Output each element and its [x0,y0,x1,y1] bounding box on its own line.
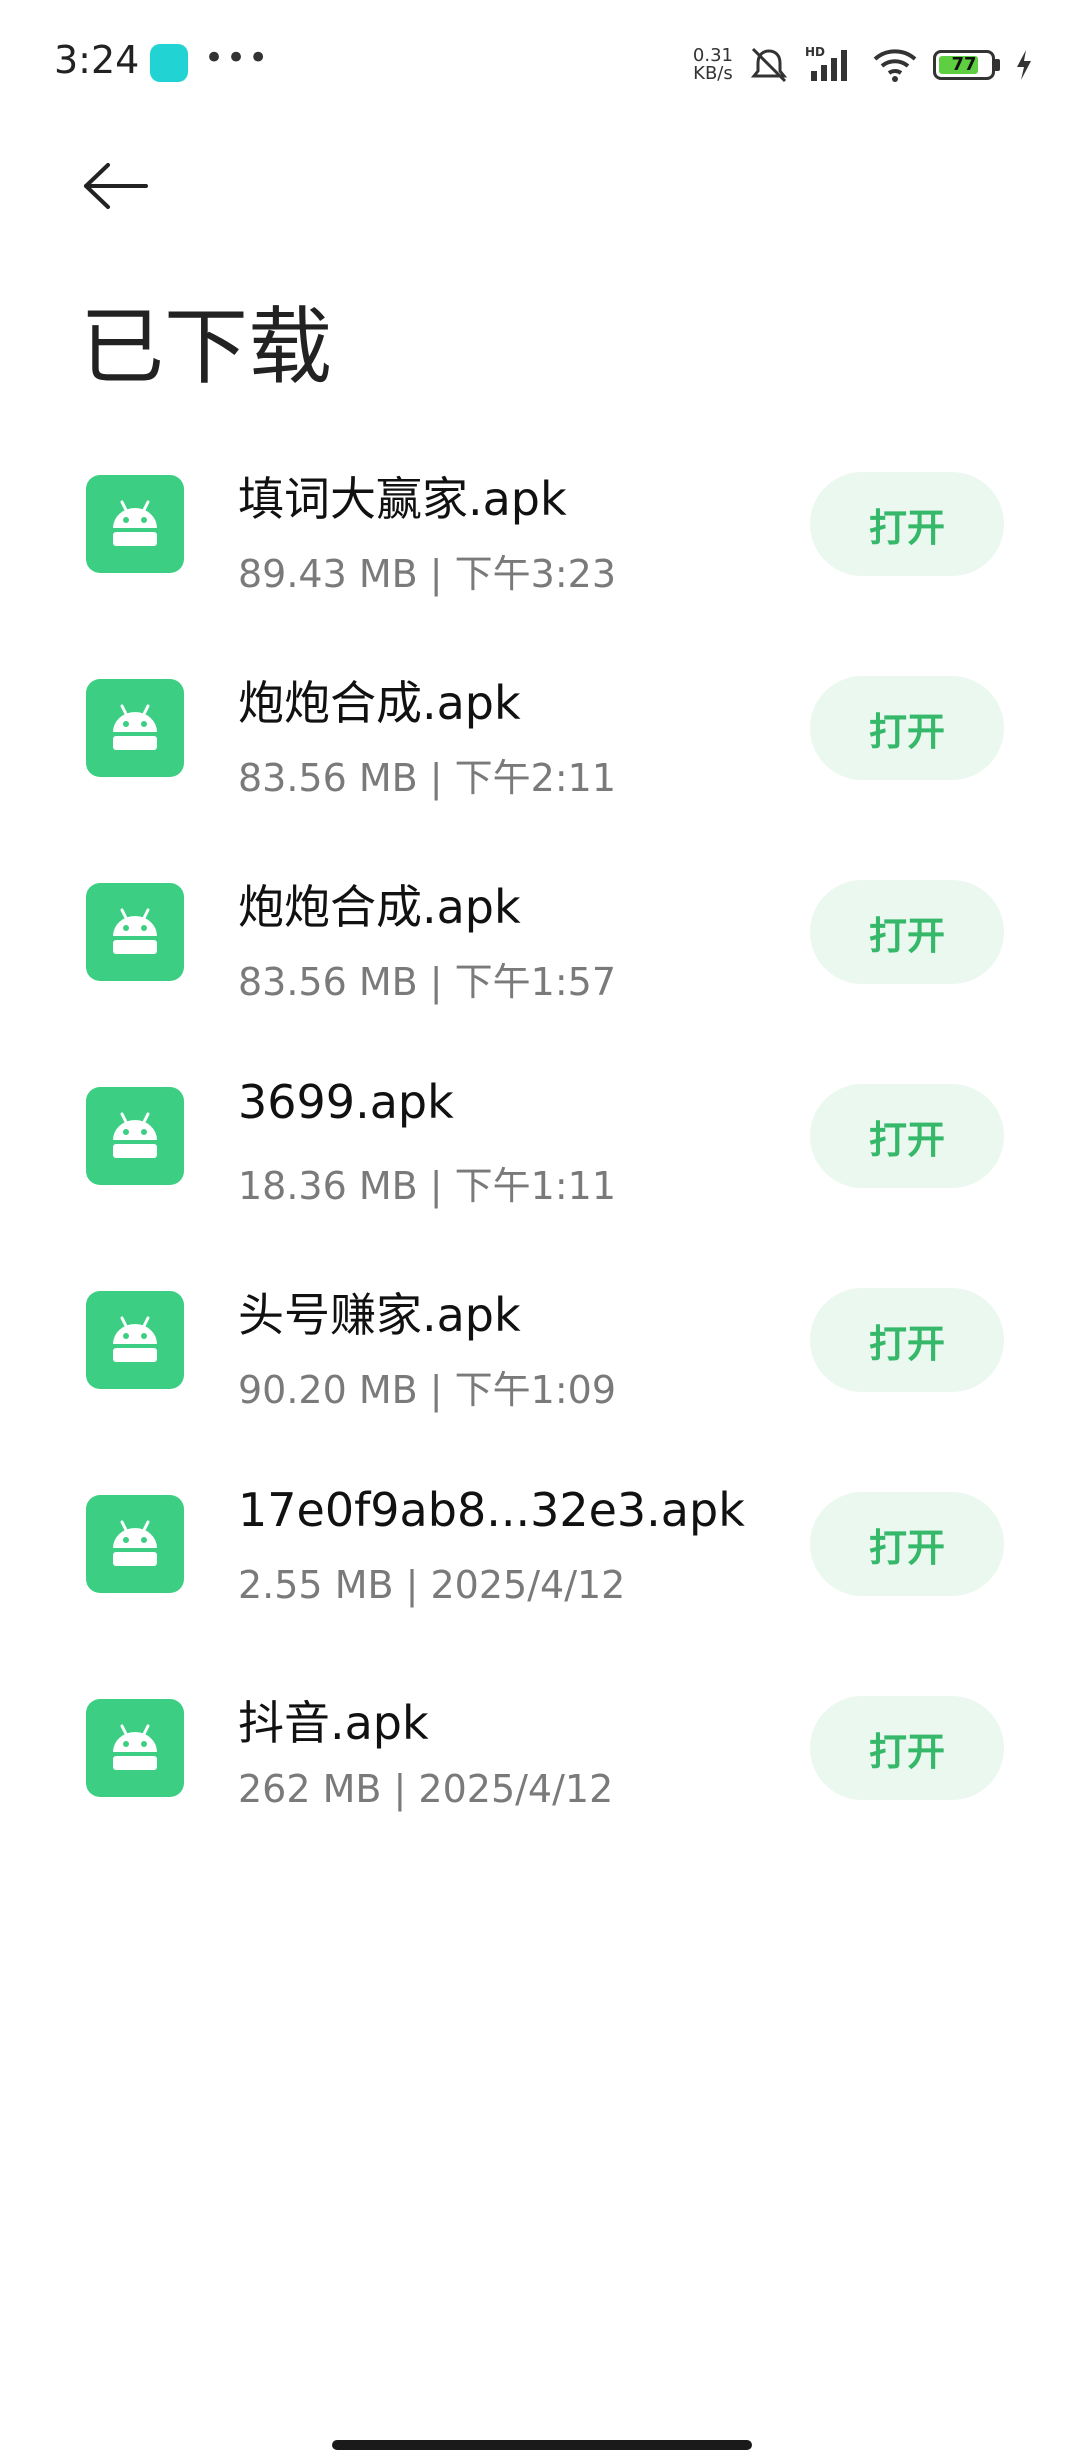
status-icons: 0.31 KB/s HD 77 [693,40,1034,90]
file-name: 填词大赢家.apk [238,472,567,526]
download-item: 填词大赢家.apk 89.43 MB | 下午3:23 打开 [0,455,1080,659]
file-meta: 18.36 MB | 下午1:11 [238,1164,617,1208]
status-bar: 3:24 ••• 0.31 KB/s HD 77 [0,0,1080,130]
page-title: 已下载 [80,298,333,396]
file-name: 17e0f9ab8...32e3.apk [238,1483,745,1537]
android-app-icon [86,1291,184,1389]
download-item: 17e0f9ab8...32e3.apk 2.55 MB | 2025/4/12… [0,1475,1080,1679]
file-meta: 89.43 MB | 下午3:23 [238,552,617,596]
more-notifications-icon: ••• [204,38,271,78]
open-button[interactable]: 打开 [810,472,1004,576]
battery-icon: 77 [933,50,1000,80]
file-meta: 83.56 MB | 下午2:11 [238,756,617,800]
open-button[interactable]: 打开 [810,676,1004,780]
android-app-icon [86,475,184,573]
download-item: 抖音.apk 262 MB | 2025/4/12 打开 [0,1679,1080,1883]
file-meta: 262 MB | 2025/4/12 [238,1767,614,1811]
home-indicator[interactable] [332,2440,752,2450]
file-name: 3699.apk [238,1075,454,1129]
file-meta: 90.20 MB | 下午1:09 [238,1368,617,1412]
open-button[interactable]: 打开 [810,1288,1004,1392]
file-name: 头号赚家.apk [238,1288,521,1342]
download-list: 填词大赢家.apk 89.43 MB | 下午3:23 打开 炮炮合成.apk … [0,455,1080,1883]
back-arrow-icon [84,163,148,209]
network-speed: 0.31 KB/s [693,47,733,83]
file-name: 炮炮合成.apk [238,880,521,934]
network-label: HD [805,45,825,59]
download-item: 3699.apk 18.36 MB | 下午1:11 打开 [0,1067,1080,1271]
file-name: 抖音.apk [238,1696,429,1750]
network-speed-unit: KB/s [693,63,733,84]
download-item: 炮炮合成.apk 83.56 MB | 下午1:57 打开 [0,863,1080,1067]
mute-icon [747,45,791,85]
file-name: 炮炮合成.apk [238,676,521,730]
android-app-icon [86,883,184,981]
charging-icon [1014,48,1034,82]
download-item: 头号赚家.apk 90.20 MB | 下午1:09 打开 [0,1271,1080,1475]
android-app-icon [86,679,184,777]
wifi-icon [871,45,919,85]
status-time: 3:24 [54,38,140,82]
back-button[interactable] [80,150,152,222]
android-app-icon [86,1495,184,1593]
open-button[interactable]: 打开 [810,880,1004,984]
android-app-icon [86,1699,184,1797]
signal-icon: HD [805,45,857,85]
download-item: 炮炮合成.apk 83.56 MB | 下午2:11 打开 [0,659,1080,863]
battery-percent: 77 [951,54,977,75]
open-button[interactable]: 打开 [810,1492,1004,1596]
android-app-icon [86,1087,184,1185]
open-button[interactable]: 打开 [810,1696,1004,1800]
app-notification-icon [150,44,188,82]
file-meta: 2.55 MB | 2025/4/12 [238,1563,626,1607]
file-meta: 83.56 MB | 下午1:57 [238,960,617,1004]
open-button[interactable]: 打开 [810,1084,1004,1188]
